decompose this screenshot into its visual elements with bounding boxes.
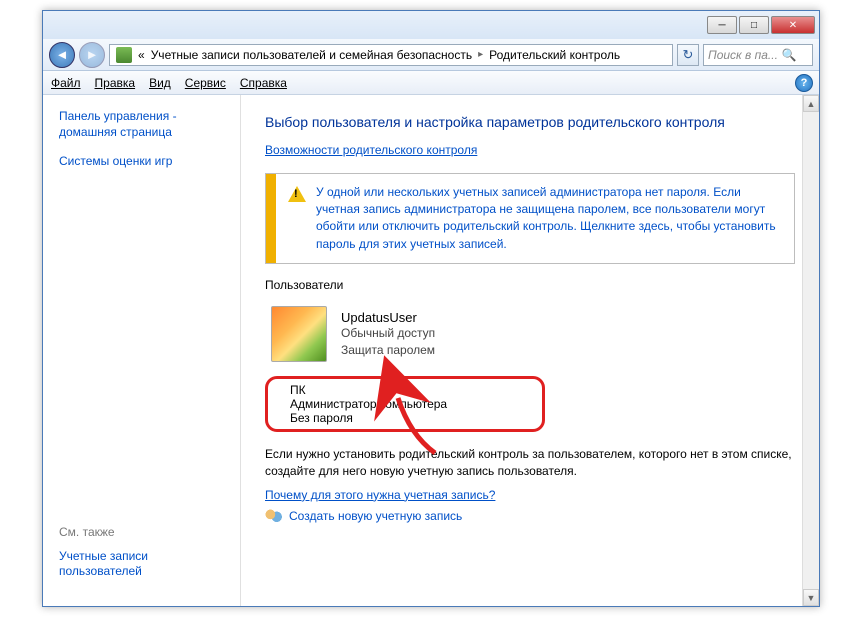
scroll-up-icon[interactable]: ▲ xyxy=(803,95,819,112)
create-account-label: Создать новую учетную запись xyxy=(289,509,462,523)
titlebar: ─ □ ✕ xyxy=(43,11,819,39)
capabilities-link[interactable]: Возможности родительского контроля xyxy=(265,143,477,157)
breadcrumb-prefix: « xyxy=(138,48,145,62)
create-account-link[interactable]: Создать новую учетную запись xyxy=(265,508,795,524)
menubar: Файл Правка Вид Сервис Справка ? xyxy=(43,71,819,95)
search-placeholder: Поиск в па... xyxy=(708,48,778,62)
sidebar: Панель управления - домашняя страница Си… xyxy=(43,95,241,606)
help-icon[interactable]: ? xyxy=(795,74,813,92)
address-bar: ◄ ► « Учетные записи пользователей и сем… xyxy=(43,39,819,71)
search-icon: 🔍 xyxy=(782,48,797,62)
note-text: Если нужно установить родительский контр… xyxy=(265,446,795,480)
warning-icon xyxy=(288,186,306,202)
warning-text: У одной или нескольких учетных записей а… xyxy=(316,184,782,254)
sidebar-home-link[interactable]: Панель управления - домашняя страница xyxy=(59,109,228,140)
close-button[interactable]: ✕ xyxy=(771,16,815,34)
user-password: Без пароля xyxy=(290,411,447,425)
control-panel-icon xyxy=(116,47,132,63)
back-button[interactable]: ◄ xyxy=(49,42,75,68)
warning-stripe xyxy=(266,174,276,264)
refresh-button[interactable]: ↻ xyxy=(677,44,699,66)
user-password: Защита паролем xyxy=(341,342,435,358)
user-row-pk[interactable]: ПК Администратор компьютера Без пароля xyxy=(265,376,545,432)
search-input[interactable]: Поиск в па... 🔍 xyxy=(703,44,813,66)
why-account-link[interactable]: Почему для этого нужна учетная запись? xyxy=(265,488,795,502)
user-name: ПК xyxy=(290,383,447,397)
menu-edit[interactable]: Правка xyxy=(95,76,136,90)
control-panel-window: ─ □ ✕ ◄ ► « Учетные записи пользователей… xyxy=(42,10,820,607)
user-row-updatususer[interactable]: UpdatusUser Обычный доступ Защита пароле… xyxy=(265,300,795,368)
breadcrumb[interactable]: « Учетные записи пользователей и семейна… xyxy=(109,44,673,66)
users-section-label: Пользователи xyxy=(265,278,795,292)
user-name: UpdatusUser xyxy=(341,310,435,325)
minimize-button[interactable]: ─ xyxy=(707,16,737,34)
see-also-label: См. также xyxy=(59,525,228,539)
breadcrumb-part1[interactable]: Учетные записи пользователей и семейная … xyxy=(151,48,472,62)
menu-tools[interactable]: Сервис xyxy=(185,76,226,90)
menu-file[interactable]: Файл xyxy=(51,76,81,90)
chevron-right-icon: ▸ xyxy=(478,49,483,60)
warning-box[interactable]: У одной или нескольких учетных записей а… xyxy=(265,173,795,265)
forward-button[interactable]: ► xyxy=(79,42,105,68)
breadcrumb-part2[interactable]: Родительский контроль xyxy=(489,48,620,62)
vertical-scrollbar[interactable]: ▲ ▼ xyxy=(802,95,819,606)
avatar xyxy=(271,306,327,362)
sidebar-ratings-link[interactable]: Системы оценки игр xyxy=(59,154,228,170)
maximize-button[interactable]: □ xyxy=(739,16,769,34)
menu-view[interactable]: Вид xyxy=(149,76,171,90)
user-access: Обычный доступ xyxy=(341,325,435,341)
menu-help[interactable]: Справка xyxy=(240,76,287,90)
user-access: Администратор компьютера xyxy=(290,397,447,411)
users-icon xyxy=(265,508,283,524)
scroll-down-icon[interactable]: ▼ xyxy=(803,589,819,606)
page-title: Выбор пользователя и настройка параметро… xyxy=(265,113,795,133)
content-pane: Выбор пользователя и настройка параметро… xyxy=(241,95,819,606)
sidebar-accounts-link[interactable]: Учетные записи пользователей xyxy=(59,549,228,580)
